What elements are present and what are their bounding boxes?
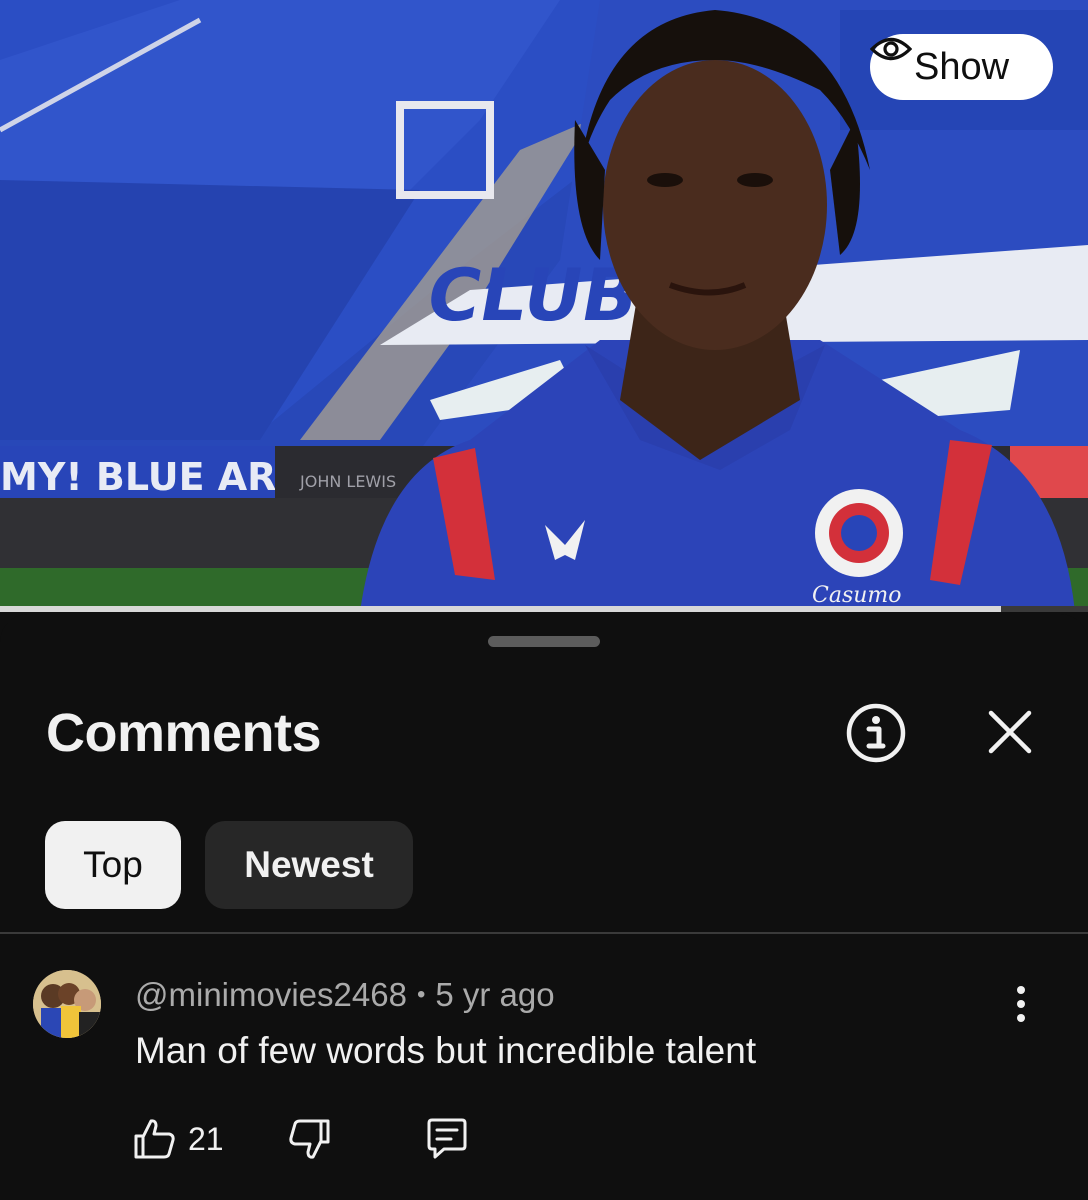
video-progress-bar[interactable] (0, 606, 1088, 612)
comments-panel: Comments Top Newest @minimovies2468 • 5 … (0, 614, 1088, 1200)
like-count: 21 (188, 1120, 224, 1157)
thumbs-up-icon (134, 1119, 175, 1159)
comment-age: 5 yr ago (435, 976, 555, 1013)
avatar[interactable] (33, 970, 101, 1038)
thumbs-down-icon (288, 1119, 330, 1159)
tab-newest[interactable]: Newest (205, 821, 413, 909)
comment-meta: @minimovies2468 • 5 yr ago (135, 976, 555, 1014)
dislike-button[interactable] (286, 1116, 332, 1162)
comment-author[interactable]: @minimovies2468 (135, 976, 407, 1014)
close-icon[interactable] (985, 707, 1035, 757)
avatar-image (33, 970, 101, 1038)
svg-text:CLUB: CLUB (420, 255, 644, 338)
drag-handle[interactable] (488, 636, 600, 647)
like-button[interactable]: 21 (132, 1116, 224, 1162)
video-player[interactable]: CLUB MY! BLUE ARMY! JOHN LEWIS Casumo Sh… (0, 0, 1088, 612)
svg-text:Casumo: Casumo (812, 583, 902, 608)
info-icon[interactable] (845, 702, 907, 764)
comment-actions: 21 (132, 1116, 470, 1162)
sort-chips: Top Newest (45, 821, 413, 909)
comments-title: Comments (46, 703, 322, 763)
reply-button[interactable] (424, 1116, 470, 1162)
show-button[interactable]: Show (870, 34, 1053, 100)
comment-text: Man of few words but incredible talent (135, 1030, 757, 1071)
svg-text:JOHN LEWIS: JOHN LEWIS (299, 472, 396, 491)
tab-top[interactable]: Top (45, 821, 181, 909)
show-label: Show (913, 45, 1010, 88)
video-progress-fill (0, 606, 1001, 612)
meta-separator: • (416, 981, 426, 1008)
reply-icon (427, 1118, 467, 1159)
eye-icon (870, 37, 912, 61)
comment-item: @minimovies2468 • 5 yr ago Man of few wo… (0, 934, 1088, 1200)
more-vertical-icon[interactable] (1002, 984, 1040, 1024)
